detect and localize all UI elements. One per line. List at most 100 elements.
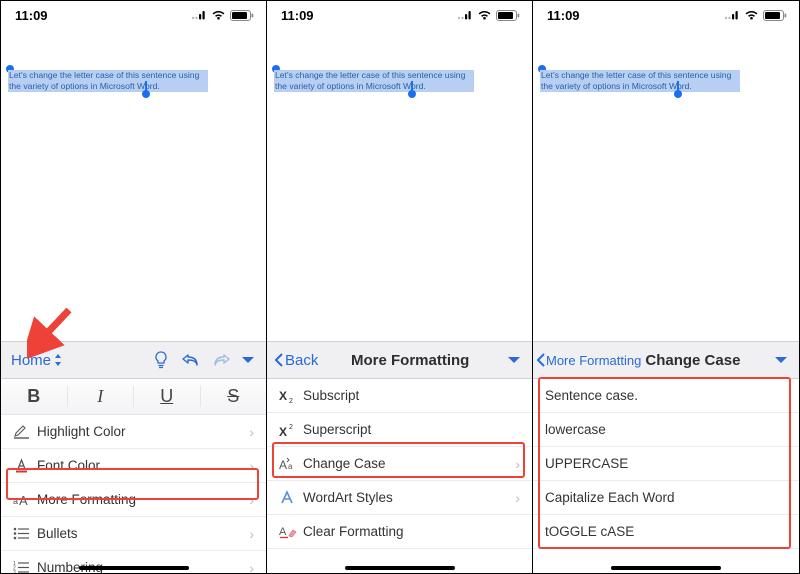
svg-text:A: A	[279, 458, 287, 471]
numbering-icon: 123	[13, 561, 37, 573]
chevron-right-icon: ›	[249, 526, 254, 542]
svg-text:a: a	[288, 462, 293, 471]
row-wordart[interactable]: WordArt Styles ›	[267, 481, 532, 515]
back-label: Back	[285, 352, 318, 369]
collapse-ribbon-button[interactable]	[502, 355, 526, 365]
italic-button[interactable]: I	[68, 386, 135, 407]
selection-handle-end[interactable]	[408, 90, 416, 98]
ribbon-toolbar: More Formatting Change Case	[533, 341, 799, 379]
wifi-icon	[477, 10, 492, 21]
wifi-icon	[211, 10, 226, 21]
signal-icon	[457, 10, 473, 20]
selection-handle-end[interactable]	[142, 90, 150, 98]
row-uppercase[interactable]: UPPERCASE	[533, 447, 799, 481]
ribbon-toolbar: Home	[1, 341, 266, 379]
redo-button[interactable]	[206, 345, 236, 375]
chevron-left-icon	[535, 352, 546, 368]
updown-chevron-icon	[53, 353, 63, 367]
battery-icon	[763, 10, 787, 21]
selection-handle-end[interactable]	[674, 90, 682, 98]
status-time: 11:09	[281, 8, 314, 23]
svg-text:A: A	[19, 493, 28, 507]
back-button[interactable]: Back	[273, 352, 318, 369]
superscript-icon: X2	[279, 423, 303, 437]
font-color-icon	[13, 458, 37, 473]
row-toggle-case[interactable]: tOGGLE cASE	[533, 515, 799, 549]
row-label: Font Color	[37, 458, 249, 473]
row-bullets[interactable]: Bullets ›	[1, 517, 266, 551]
more-formatting-icon: aA	[13, 493, 37, 507]
wordart-icon	[279, 490, 303, 505]
bold-button[interactable]: B	[1, 386, 68, 407]
subscript-icon: X2	[279, 389, 303, 403]
row-lowercase[interactable]: lowercase	[533, 413, 799, 447]
row-subscript[interactable]: X2 Subscript	[267, 379, 532, 413]
row-label: WordArt Styles	[303, 490, 515, 505]
chevron-right-icon: ›	[249, 492, 254, 508]
lightbulb-button[interactable]	[146, 345, 176, 375]
toolbar-title: Change Case	[645, 352, 740, 369]
wifi-icon	[744, 10, 759, 21]
undo-button[interactable]	[176, 345, 206, 375]
row-label: tOGGLE cASE	[545, 524, 787, 539]
svg-text:X: X	[279, 389, 287, 403]
ribbon-tab-label: Home	[11, 352, 51, 369]
format-button-row: B I U S	[1, 379, 266, 415]
row-font-color[interactable]: Font Color ›	[1, 449, 266, 483]
selected-text[interactable]: Let's change the letter case of this sen…	[8, 70, 208, 92]
status-bar: 11:09	[267, 1, 532, 29]
home-menu: Highlight Color › Font Color › aA More F…	[1, 415, 266, 573]
more-formatting-menu: X2 Subscript X2 Superscript Aa Change Ca…	[267, 379, 532, 549]
change-case-menu: Sentence case. lowercase UPPERCASE Capit…	[533, 379, 799, 549]
battery-icon	[496, 10, 520, 21]
row-sentence-case[interactable]: Sentence case.	[533, 379, 799, 413]
home-indicator[interactable]	[611, 566, 721, 571]
row-label: Superscript	[303, 422, 520, 437]
row-label: Sentence case.	[545, 388, 787, 403]
pane-home: 11:09 Let's change the letter case of th…	[1, 1, 267, 573]
home-indicator[interactable]	[345, 566, 455, 571]
svg-text:2: 2	[289, 424, 293, 431]
bullets-icon	[13, 527, 37, 540]
ribbon-tab-home[interactable]: Home	[7, 352, 67, 369]
selected-text[interactable]: Let's change the letter case of this sen…	[540, 70, 740, 92]
status-icons	[457, 10, 520, 21]
selected-text[interactable]: Let's change the letter case of this sen…	[274, 70, 474, 92]
row-highlight-color[interactable]: Highlight Color ›	[1, 415, 266, 449]
status-icons	[724, 10, 787, 21]
collapse-ribbon-button[interactable]	[769, 355, 793, 365]
row-capitalize-each-word[interactable]: Capitalize Each Word	[533, 481, 799, 515]
row-more-formatting[interactable]: aA More Formatting ›	[1, 483, 266, 517]
document-area[interactable]: Let's change the letter case of this sen…	[267, 29, 532, 341]
back-button[interactable]: More Formatting	[535, 352, 641, 368]
row-clear-formatting[interactable]: A Clear Formatting	[267, 515, 532, 549]
underline-button[interactable]: U	[134, 386, 201, 407]
row-label: Clear Formatting	[303, 524, 520, 539]
svg-text:a: a	[13, 496, 18, 506]
breadcrumb-label: More Formatting	[546, 353, 641, 368]
chevron-left-icon	[273, 352, 284, 368]
row-superscript[interactable]: X2 Superscript	[267, 413, 532, 447]
document-area[interactable]: Let's change the letter case of this sen…	[533, 29, 799, 341]
strike-button[interactable]: S	[201, 386, 267, 407]
toolbar-title: More Formatting	[318, 352, 502, 369]
status-icons	[191, 10, 254, 21]
row-change-case[interactable]: Aa Change Case ›	[267, 447, 532, 481]
highlight-icon	[13, 424, 37, 439]
row-label: Bullets	[37, 526, 249, 541]
battery-icon	[230, 10, 254, 21]
svg-text:X: X	[279, 425, 287, 437]
row-label: UPPERCASE	[545, 456, 787, 471]
svg-text:2: 2	[289, 398, 293, 403]
collapse-ribbon-button[interactable]	[236, 355, 260, 365]
status-time: 11:09	[547, 8, 580, 23]
row-label: Subscript	[303, 388, 520, 403]
document-area[interactable]: Let's change the letter case of this sen…	[1, 29, 266, 341]
change-case-icon: Aa	[279, 457, 303, 471]
home-indicator[interactable]	[79, 566, 189, 571]
chevron-right-icon: ›	[249, 424, 254, 440]
signal-icon	[191, 10, 207, 20]
chevron-right-icon: ›	[515, 490, 520, 506]
chevron-right-icon: ›	[249, 458, 254, 474]
row-label: Change Case	[303, 456, 515, 471]
